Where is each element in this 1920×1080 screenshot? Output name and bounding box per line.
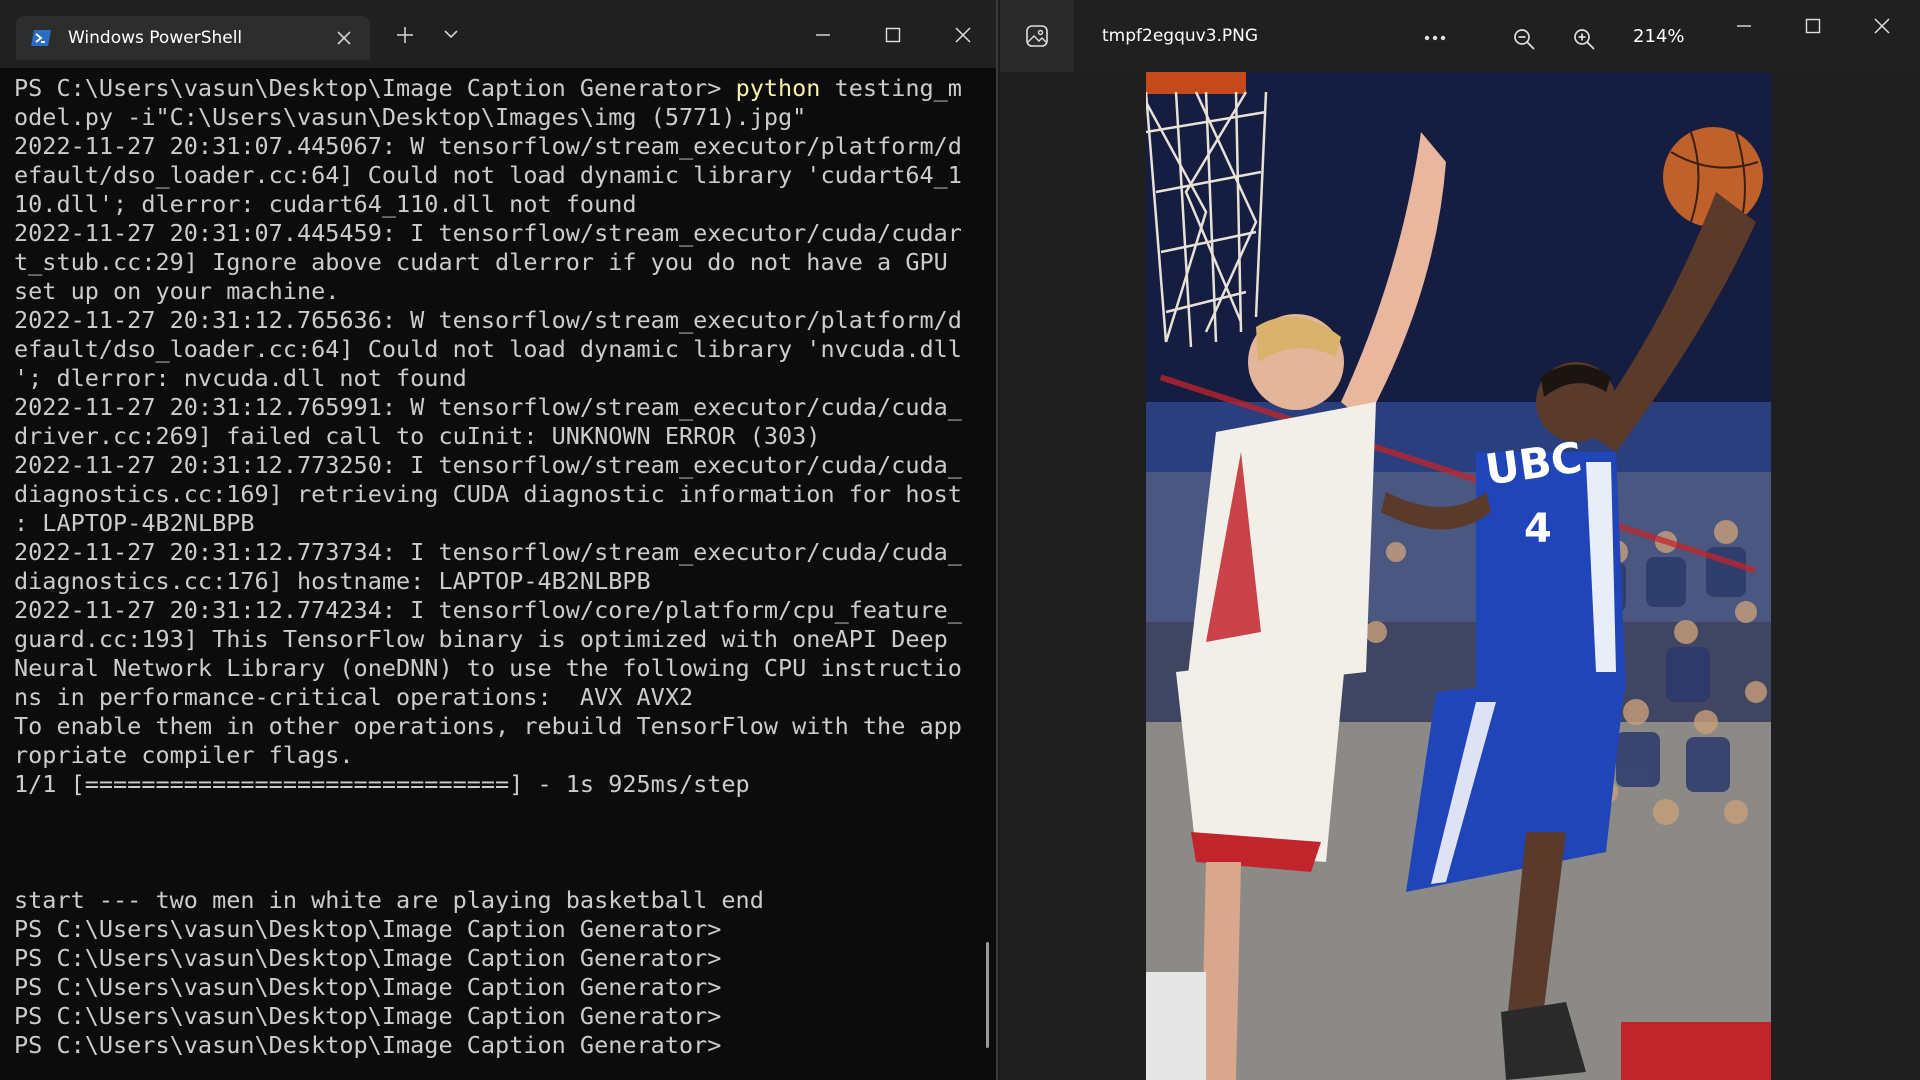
zoom-out-button[interactable] xyxy=(1506,20,1542,56)
plus-icon xyxy=(397,27,413,43)
powershell-icon xyxy=(30,27,52,49)
close-tab-icon[interactable] xyxy=(334,28,354,48)
basketball-photo: UBC 4 xyxy=(1146,72,1771,1080)
maximize-icon xyxy=(885,27,901,43)
minimize-icon xyxy=(816,34,830,36)
maximize-icon xyxy=(1805,18,1821,34)
more-options-button[interactable] xyxy=(1417,20,1453,56)
zoom-out-icon xyxy=(1514,29,1535,50)
photos-close-button[interactable] xyxy=(1864,10,1900,46)
photos-minimize-button[interactable] xyxy=(1726,10,1762,46)
photos-app-icon xyxy=(1026,25,1048,47)
zoom-level[interactable]: 214% xyxy=(1633,26,1684,47)
close-button[interactable] xyxy=(946,18,980,50)
zoom-in-button[interactable] xyxy=(1566,20,1602,56)
file-name: tmpf2egquv3.PNG xyxy=(1102,26,1259,46)
tab-title: Windows PowerShell xyxy=(68,28,243,48)
more-options-icon xyxy=(1424,35,1446,41)
close-icon xyxy=(1874,18,1890,34)
close-icon xyxy=(955,27,971,43)
maximize-button[interactable] xyxy=(876,18,910,50)
prompt: PS C:\Users\vasun\Desktop\Image Caption … xyxy=(14,74,736,102)
tab-windows-powershell[interactable]: Windows PowerShell xyxy=(16,16,370,60)
photos-maximize-button[interactable] xyxy=(1795,10,1831,46)
chevron-down-icon xyxy=(444,30,458,39)
minimize-icon xyxy=(1737,25,1751,27)
command-keyword: python xyxy=(735,74,821,102)
powershell-window: Windows PowerShell PS C:\Users\vasun\Des… xyxy=(0,0,998,1080)
console-log: 2022-11-27 20:31:07.445067: W tensorflow… xyxy=(14,132,962,1059)
powershell-titlebar: Windows PowerShell xyxy=(0,0,996,68)
minimize-button[interactable] xyxy=(806,18,840,50)
zoom-in-icon xyxy=(1574,29,1595,50)
photos-window: tmpf2egquv3.PNG 214% UBC 4 xyxy=(1000,0,1920,1080)
jersey-number-text: 4 xyxy=(1524,506,1552,552)
tab-dropdown-button[interactable] xyxy=(434,18,468,50)
photos-app-button[interactable] xyxy=(1000,0,1074,72)
console-output[interactable]: PS C:\Users\vasun\Desktop\Image Caption … xyxy=(14,74,974,1074)
new-tab-button[interactable] xyxy=(388,18,422,50)
scrollbar-thumb[interactable] xyxy=(986,942,989,1048)
photos-titlebar: tmpf2egquv3.PNG 214% xyxy=(1000,0,1920,72)
